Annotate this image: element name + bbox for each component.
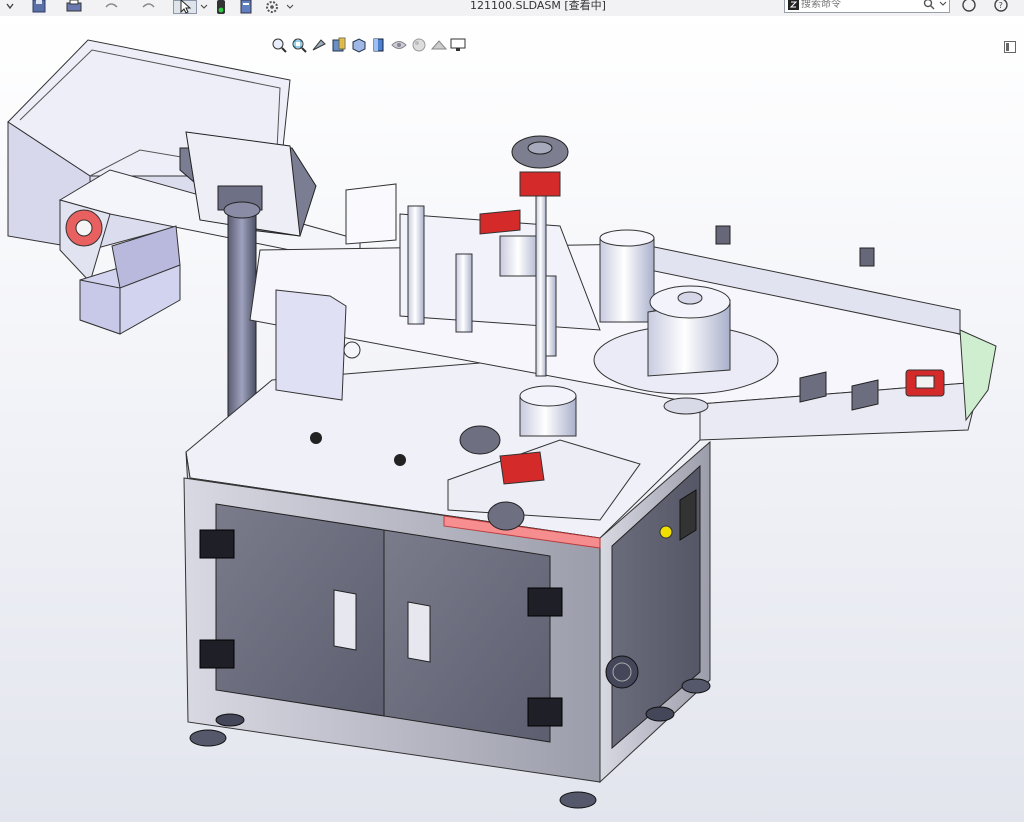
help-icon[interactable]: ? [990,0,1012,14]
chevron-down-icon[interactable] [2,0,18,14]
search-icon[interactable] [923,0,935,10]
options-icon[interactable] [262,0,282,14]
select-icon[interactable] [173,0,197,14]
command-search-icon [788,0,799,10]
file-properties-icon[interactable] [238,0,256,14]
svg-text:?: ? [999,1,1003,10]
redo-icon[interactable] [138,0,160,14]
search-box[interactable] [784,0,950,13]
document-title: 121100.SLDASM [查看中] [470,0,606,12]
chevron-down-icon[interactable] [286,0,294,14]
search-input[interactable] [785,0,921,10]
chevron-down-icon[interactable] [200,0,208,14]
labeling-machine-model[interactable] [0,16,1024,822]
main-toolbar: 121100.SLDASM [查看中] ? [0,0,1024,17]
chevron-down-icon[interactable] [939,0,947,8]
undo-icon[interactable] [100,0,122,14]
save-icon[interactable] [30,0,48,14]
graphics-area[interactable] [0,16,1024,822]
print-icon[interactable] [64,0,84,14]
user-icon[interactable] [958,0,980,14]
traffic-light-icon[interactable] [214,0,228,14]
